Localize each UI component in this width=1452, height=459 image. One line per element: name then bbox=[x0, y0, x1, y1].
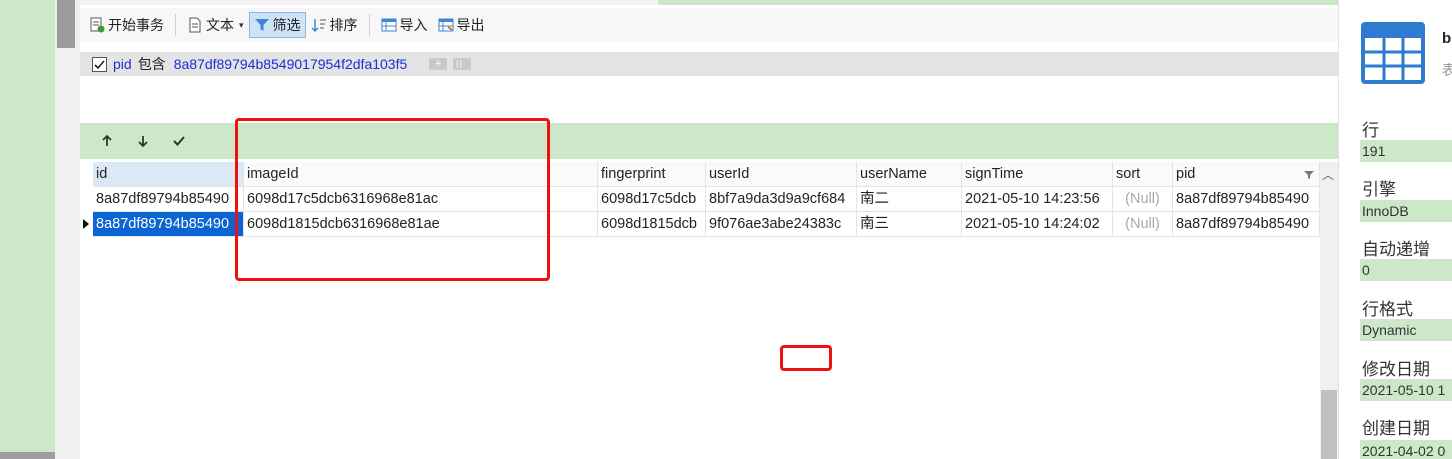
prop-value-modified-date: 2021-05-10 1 bbox=[1360, 379, 1452, 401]
cell-sort[interactable]: (Null) bbox=[1113, 212, 1173, 237]
grid-scrollbar-thumb[interactable] bbox=[1321, 390, 1337, 459]
object-type: 表 bbox=[1442, 60, 1452, 80]
transaction-icon bbox=[90, 17, 105, 33]
begin-transaction-button[interactable]: 开始事务 bbox=[84, 12, 169, 38]
filter-condition-bar: pid 包含 8a87df89794b8549017954f2dfa103f5 … bbox=[80, 52, 1338, 76]
cell-sort[interactable]: (Null) bbox=[1113, 187, 1173, 212]
cell-fingerprint[interactable]: 6098d1815dcb bbox=[598, 212, 706, 237]
filter-button[interactable]: 筛选 bbox=[248, 12, 306, 38]
prop-label-engine: 引擎 bbox=[1362, 180, 1396, 199]
cell-userid[interactable]: 8bf7a9da3d9a9cf684 bbox=[706, 187, 857, 212]
prop-label-row-format: 行格式 bbox=[1362, 300, 1413, 319]
svg-text:(): () bbox=[456, 59, 462, 68]
column-header-pid[interactable]: pid bbox=[1173, 162, 1320, 187]
table-icon bbox=[1361, 22, 1425, 84]
chevron-down-icon[interactable]: ▾ bbox=[239, 20, 244, 31]
export-icon bbox=[438, 18, 454, 32]
import-button[interactable]: 导入 bbox=[376, 12, 433, 38]
column-filter-icon[interactable] bbox=[1304, 170, 1314, 180]
text-view-button[interactable]: 文本 ▾ bbox=[182, 12, 249, 38]
filter-editor-area[interactable] bbox=[80, 76, 1338, 123]
cell-signtime[interactable]: 2021-05-10 14:23:56 bbox=[962, 187, 1113, 212]
prop-value-row-format: Dynamic bbox=[1360, 319, 1452, 341]
filter-field[interactable]: pid bbox=[113, 56, 132, 72]
prop-label-rows: 行 bbox=[1362, 121, 1379, 140]
sort-label: 排序 bbox=[329, 17, 358, 33]
arrow-up-icon[interactable] bbox=[100, 134, 114, 148]
funnel-icon bbox=[254, 19, 269, 31]
column-header-userid[interactable]: userId bbox=[706, 162, 857, 187]
column-header-username[interactable]: userName bbox=[857, 162, 962, 187]
active-tab-strip[interactable] bbox=[658, 0, 1338, 5]
sort-icon bbox=[311, 19, 326, 33]
arrow-down-icon[interactable] bbox=[136, 134, 150, 148]
begin-transaction-label: 开始事务 bbox=[108, 17, 164, 33]
prop-value-rows: 191 bbox=[1360, 140, 1452, 162]
prop-label-modified-date: 修改日期 bbox=[1362, 360, 1430, 379]
cell-fingerprint[interactable]: 6098d17c5dcb bbox=[598, 187, 706, 212]
left-panel-scrollbar[interactable] bbox=[0, 452, 55, 459]
filter-label: 筛选 bbox=[272, 17, 301, 33]
filter-operator[interactable]: 包含 bbox=[138, 54, 166, 74]
checkmark-icon bbox=[94, 59, 105, 69]
cell-id-selected[interactable]: 8a87df89794b85490 bbox=[93, 212, 244, 237]
column-header-sort[interactable]: sort bbox=[1113, 162, 1173, 187]
left-panel-strip bbox=[0, 0, 55, 459]
export-label: 导出 bbox=[456, 17, 485, 33]
document-icon bbox=[189, 17, 201, 33]
object-name: b bbox=[1442, 30, 1452, 47]
column-header-id[interactable]: id bbox=[93, 162, 244, 187]
pane-scrollbar-thumb[interactable] bbox=[57, 0, 75, 48]
annotation-highlight-box bbox=[235, 118, 550, 281]
import-icon bbox=[381, 18, 397, 32]
table-toolbar: 开始事务 文本 ▾ 筛选 排序 导入 导出 bbox=[80, 8, 1338, 42]
column-header-fingerprint[interactable]: fingerprint bbox=[598, 162, 706, 187]
object-info-panel: b 表 行 191 引擎 InnoDB 自动递增 0 行格式 Dynamic 修… bbox=[1338, 0, 1452, 459]
column-header-pid-label: pid bbox=[1176, 166, 1196, 182]
current-row-marker-icon bbox=[83, 219, 89, 229]
add-group-button[interactable]: () bbox=[453, 58, 472, 70]
cell-signtime[interactable]: 2021-05-10 14:24:02 bbox=[962, 212, 1113, 237]
cell-pid[interactable]: 8a87df89794b85490 bbox=[1173, 212, 1320, 237]
group-add-icon: () bbox=[456, 59, 462, 68]
toolbar-separator bbox=[175, 14, 176, 36]
scroll-up-chevron-icon[interactable]: ︿ bbox=[1322, 166, 1334, 183]
import-label: 导入 bbox=[399, 17, 428, 33]
cell-id[interactable]: 8a87df89794b85490 bbox=[93, 187, 244, 212]
pane-divider bbox=[55, 0, 80, 459]
cell-userid[interactable]: 9f076ae3abe24383c bbox=[706, 212, 857, 237]
filter-value[interactable]: 8a87df89794b8549017954f2dfa103f5 bbox=[174, 56, 408, 72]
apply-check-icon[interactable] bbox=[172, 134, 186, 148]
column-header-signtime[interactable]: signTime bbox=[962, 162, 1113, 187]
toolbar-separator bbox=[368, 14, 370, 36]
text-view-label: 文本 bbox=[206, 17, 234, 33]
export-button[interactable]: 导出 bbox=[433, 12, 490, 38]
filter-enable-checkbox[interactable] bbox=[92, 56, 107, 72]
cell-pid[interactable]: 8a87df89794b85490 bbox=[1173, 187, 1320, 212]
prop-value-auto-increment: 0 bbox=[1360, 259, 1452, 281]
add-condition-button[interactable]: + bbox=[429, 58, 448, 70]
sort-button[interactable]: 排序 bbox=[306, 12, 363, 38]
prop-value-engine: InnoDB bbox=[1360, 200, 1452, 222]
prop-label-auto-increment: 自动递增 bbox=[1362, 240, 1430, 259]
cell-username[interactable]: 南三 bbox=[857, 212, 962, 237]
prop-label-created-date: 创建日期 bbox=[1362, 419, 1430, 438]
prop-value-created-date: 2021-04-02 0 bbox=[1360, 440, 1452, 459]
cell-username[interactable]: 南二 bbox=[857, 187, 962, 212]
annotation-highlight-box bbox=[780, 345, 832, 371]
